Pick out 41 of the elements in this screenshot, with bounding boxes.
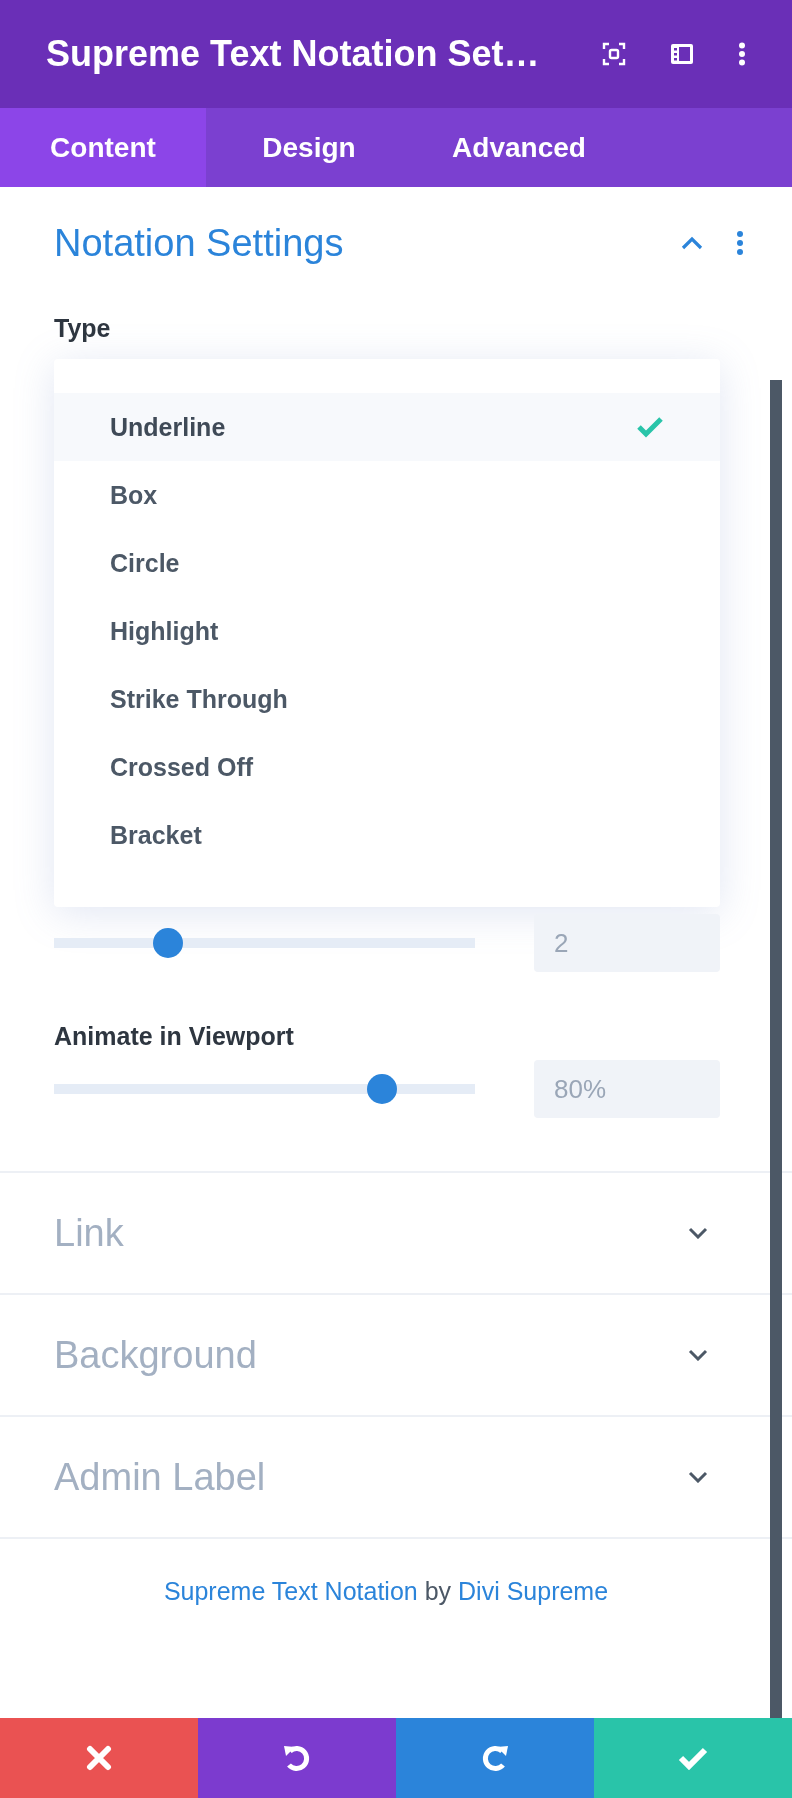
value-input[interactable]: 80%	[534, 1060, 720, 1118]
more-icon[interactable]	[738, 42, 746, 66]
chevron-up-icon[interactable]	[680, 236, 704, 250]
panel-title: Supreme Text Notation Set…	[46, 33, 541, 75]
layout-icon[interactable]	[670, 42, 694, 66]
section-title[interactable]: Background	[54, 1333, 688, 1377]
dropdown-option[interactable]: Circle	[54, 529, 720, 597]
author-link[interactable]: Divi Supreme	[458, 1577, 609, 1605]
slider-thumb[interactable]	[152, 928, 183, 958]
section-header[interactable]: Admin Label	[0, 1415, 792, 1537]
field-label: Animate in Viewport	[54, 1021, 295, 1052]
fullscreen-icon[interactable]	[602, 42, 626, 66]
more-icon[interactable]	[736, 230, 744, 256]
dropdown-option[interactable]: Highlight	[54, 597, 720, 665]
dropdown-option[interactable]: Box	[54, 461, 720, 529]
section-header[interactable]: Link	[0, 1171, 792, 1293]
tab[interactable]: Content	[0, 108, 206, 187]
chevron-down-icon[interactable]	[688, 1471, 708, 1483]
tab[interactable]: Advanced	[412, 108, 626, 187]
discard-button[interactable]	[0, 1718, 198, 1798]
check-icon	[636, 416, 664, 438]
dropdown-option[interactable]: Crossed Off	[54, 733, 720, 801]
check-icon	[678, 1746, 708, 1770]
dropdown-option[interactable]: Bracket	[54, 801, 720, 869]
scrollbar[interactable]	[770, 380, 782, 1718]
tab[interactable]: Design	[206, 108, 412, 187]
dropdown-option[interactable]: Strike Through	[54, 665, 720, 733]
section-title[interactable]: Admin Label	[54, 1455, 688, 1499]
close-icon	[86, 1745, 112, 1771]
redo-icon	[480, 1743, 510, 1773]
chevron-down-icon[interactable]	[688, 1349, 708, 1361]
section-header[interactable]: Background	[0, 1293, 792, 1415]
plugin-link[interactable]: Supreme Text Notation	[163, 1577, 418, 1605]
value-input[interactable]: 2	[534, 914, 720, 972]
section-title[interactable]: Link	[54, 1211, 688, 1255]
slider-thumb[interactable]	[367, 1074, 398, 1104]
chevron-down-icon[interactable]	[688, 1227, 708, 1239]
dropdown-option[interactable]: Underline	[54, 393, 720, 461]
undo-icon	[282, 1743, 312, 1773]
field-label: Type	[54, 313, 112, 344]
section-title[interactable]: Notation Settings	[54, 221, 660, 265]
